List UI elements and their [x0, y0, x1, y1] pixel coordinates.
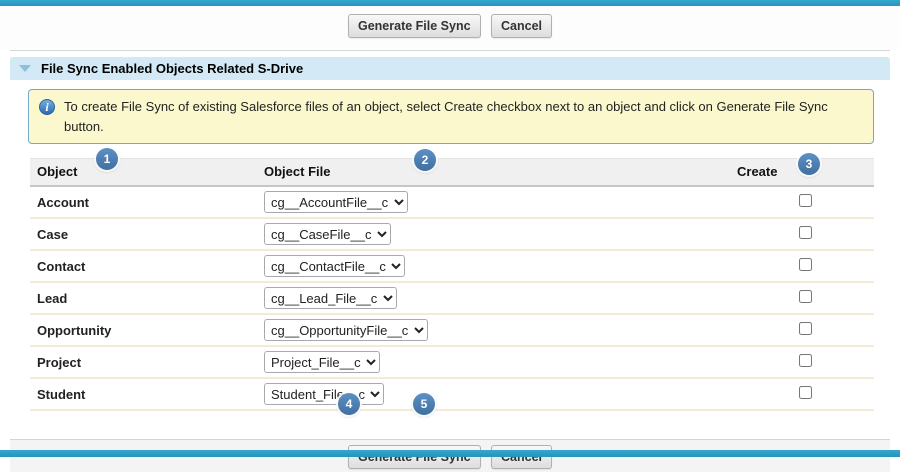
annotation-badge-2: 2 [414, 149, 436, 171]
object-file-select-project[interactable]: Project_File__c [264, 351, 380, 373]
object-file-select-case[interactable]: cg__CaseFile__c [264, 223, 391, 245]
annotation-badge-1: 1 [96, 148, 118, 170]
table-row-account: Account cg__AccountFile__c [30, 186, 874, 218]
table-row-lead: Lead cg__Lead_File__c [30, 282, 874, 314]
create-checkbox-account[interactable] [799, 194, 812, 207]
column-header-object-file: Object File [257, 159, 730, 187]
table-row-opportunity: Opportunity cg__OpportunityFile__c [30, 314, 874, 346]
annotation-badge-5: 5 [413, 393, 435, 415]
annotation-badge-4: 4 [338, 393, 360, 415]
object-file-select-account[interactable]: cg__AccountFile__c [264, 191, 408, 213]
create-checkbox-contact[interactable] [799, 258, 812, 271]
create-checkbox-student[interactable] [799, 386, 812, 399]
object-file-select-opportunity[interactable]: cg__OpportunityFile__c [264, 319, 428, 341]
table-row-student: Student Student_File__c [30, 378, 874, 410]
object-label: Project [30, 346, 257, 378]
table-row-project: Project Project_File__c [30, 346, 874, 378]
object-label: Case [30, 218, 257, 250]
file-sync-table: Object Object File Create Account cg__Ac… [30, 158, 874, 411]
info-icon: i [39, 99, 55, 115]
table-header-row: Object Object File Create [30, 159, 874, 187]
section-title: File Sync Enabled Objects Related S-Driv… [41, 61, 303, 76]
object-file-select-lead[interactable]: cg__Lead_File__c [264, 287, 397, 309]
section-header[interactable]: File Sync Enabled Objects Related S-Driv… [10, 57, 890, 80]
create-checkbox-lead[interactable] [799, 290, 812, 303]
object-label: Opportunity [30, 314, 257, 346]
generate-file-sync-button-bottom[interactable]: Generate File Sync [348, 445, 481, 469]
bottom-accent-bar [0, 450, 900, 457]
object-label: Account [30, 186, 257, 218]
create-checkbox-project[interactable] [799, 354, 812, 367]
create-checkbox-opportunity[interactable] [799, 322, 812, 335]
object-file-select-student[interactable]: Student_File__c [264, 383, 384, 405]
table-row-contact: Contact cg__ContactFile__c [30, 250, 874, 282]
top-accent-bar [0, 0, 900, 6]
object-label: Student [30, 378, 257, 410]
top-toolbar: Generate File Sync Cancel [0, 0, 900, 50]
object-file-select-contact[interactable]: cg__ContactFile__c [264, 255, 405, 277]
column-header-object: Object [30, 159, 257, 187]
cancel-button-top[interactable]: Cancel [491, 14, 552, 38]
footer-spacer [0, 411, 900, 439]
object-label: Lead [30, 282, 257, 314]
page-block: File Sync Enabled Objects Related S-Driv… [10, 50, 890, 411]
table-row-case: Case cg__CaseFile__c [30, 218, 874, 250]
info-message-text: To create File Sync of existing Salesfor… [64, 97, 863, 136]
object-label: Contact [30, 250, 257, 282]
create-checkbox-case[interactable] [799, 226, 812, 239]
generate-file-sync-button-top[interactable]: Generate File Sync [348, 14, 481, 38]
collapse-triangle-icon[interactable] [19, 65, 31, 72]
info-message-box: i To create File Sync of existing Salesf… [28, 89, 874, 144]
annotation-badge-3: 3 [798, 153, 820, 175]
cancel-button-bottom[interactable]: Cancel [491, 445, 552, 469]
